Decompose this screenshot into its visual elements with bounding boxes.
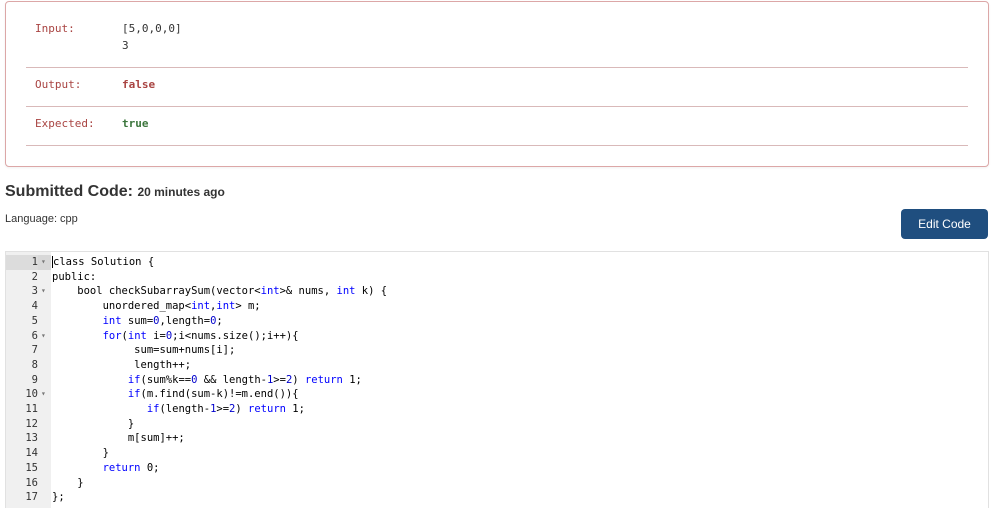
line-number: 13 [25,432,38,445]
code-line[interactable]: 2 public: [6,270,988,285]
expected-label: Expected: [35,117,95,130]
language-label: Language: cpp [5,213,78,225]
expected-value: true [122,117,149,130]
code-line[interactable]: 8 length++; [6,358,988,373]
code-text: length++; [52,358,192,371]
output-value: false [122,78,156,91]
code-text: for(int i=0;i<nums.size();i++){ [102,329,299,342]
line-number: 16 [25,476,38,489]
code-line[interactable]: 9 if(sum%k==0 && length-1>=2) return 1; [6,373,988,388]
test-result-panel: Input: [5,0,0,0] 3 Output: false Expecte… [5,1,989,167]
line-number: 4 [31,300,38,313]
code-text: }; [52,491,65,504]
input-value-1: [5,0,0,0] [122,22,182,35]
submitted-code-title: Submitted Code: [5,183,133,200]
code-text: m[sum]++; [52,432,185,445]
fold-arrow-icon[interactable]: ▾ [41,255,46,270]
line-number: 9 [31,373,38,386]
line-number: 10 [25,388,38,401]
code-text: if(sum%k==0 && length-1>=2) return 1; [127,373,362,386]
input-value-2: 3 [122,39,129,52]
fold-arrow-icon[interactable]: ▾ [41,387,46,402]
code-text: class Solution { [52,256,155,268]
code-text: int sum=0,length=0; [102,314,223,327]
code-line[interactable]: 14 } [6,446,988,461]
code-line[interactable]: 16 } [6,476,988,491]
code-line[interactable]: 4 unordered_map<int,int> m; [6,299,988,314]
code-line[interactable]: 15 return 0; [6,461,988,476]
code-text: } [52,447,109,460]
fold-arrow-icon[interactable]: ▾ [41,284,46,299]
line-number: 2 [31,270,38,283]
line-number: 14 [25,447,38,460]
line-number: 6 [31,329,38,342]
code-line[interactable]: 1 ▾ class Solution { [6,255,988,270]
submitted-code-heading: Submitted Code: 20 minutes ago [5,183,225,201]
code-line[interactable]: 11 if(length-1>=2) return 1; [6,402,988,417]
line-number: 1 [6,255,38,270]
code-line[interactable]: 5 int sum=0,length=0; [6,314,988,329]
output-label: Output: [35,78,82,91]
code-text: bool checkSubarraySum(vector<int>& nums,… [52,285,388,298]
code-text: sum=sum+nums[i]; [52,344,236,357]
line-number: 3 [31,285,38,298]
submission-time: 20 minutes ago [137,185,225,199]
divider [26,106,968,107]
code-text: if(length-1>=2) return 1; [146,403,305,415]
divider [26,67,968,68]
line-number: 8 [31,358,38,371]
edit-code-button[interactable]: Edit Code [901,209,988,239]
divider [26,145,968,146]
code-line[interactable]: 7 sum=sum+nums[i]; [6,343,988,358]
line-number: 5 [31,314,38,327]
code-line[interactable]: 3 ▾ bool checkSubarraySum(vector<int>& nu… [6,284,988,299]
code-text: unordered_map<int,int> m; [52,300,261,313]
line-number: 15 [25,461,38,474]
code-text: if(m.find(sum-k)!=m.end()){ [127,388,299,401]
code-line[interactable]: 12 } [6,417,988,432]
line-number: 12 [25,417,38,430]
code-line[interactable]: 6 ▾ for(int i=0;i<nums.size();i++){ [6,329,988,344]
code-text: } [52,476,84,489]
code-line[interactable]: 13 m[sum]++; [6,431,988,446]
code-line[interactable]: 10 ▾ if(m.find(sum-k)!=m.end()){ [6,387,988,402]
code-text: } [52,417,135,430]
fold-arrow-icon[interactable]: ▾ [41,329,46,344]
code-text: public: [52,270,97,283]
line-number: 17 [25,491,38,504]
code-text: return 0; [102,461,160,474]
code-line[interactable]: 17}; [6,490,988,505]
code-editor[interactable]: 1 ▾ class Solution {2 public: 3 ▾ bool checkS… [5,251,989,508]
line-number: 11 [25,403,38,415]
input-label: Input: [35,22,75,35]
line-number: 7 [31,344,38,357]
